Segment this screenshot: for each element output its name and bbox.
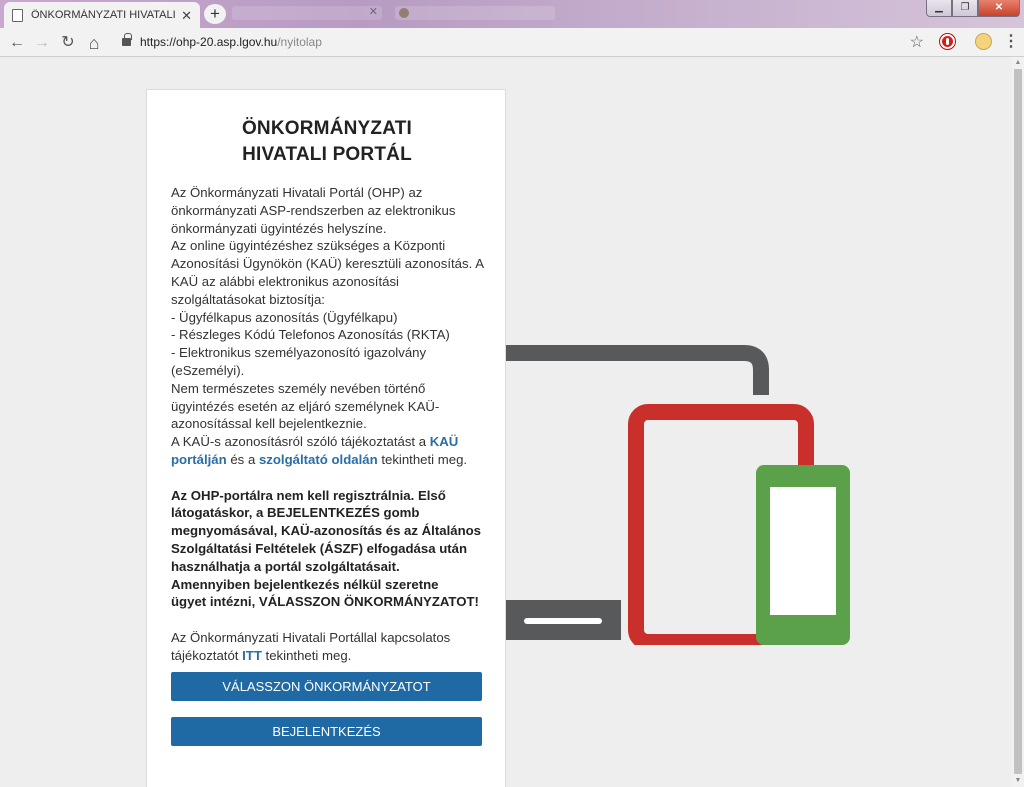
reload-icon[interactable]: ↻: [57, 32, 79, 54]
login-button[interactable]: BEJELENTKEZÉS: [171, 717, 482, 746]
bookmark-star-icon[interactable]: ☆: [910, 32, 924, 52]
portal-info-card: ÖNKORMÁNYZATI HIVATALI PORTÁL Az Önkormá…: [146, 89, 506, 787]
select-municipality-button[interactable]: VÁLASSZON ÖNKORMÁNYZATOT: [171, 672, 482, 701]
scroll-up-arrow-icon[interactable]: ▲: [1014, 59, 1022, 67]
background-tab[interactable]: ✕: [232, 6, 382, 20]
window-controls: ▁ ❐ ✕: [926, 0, 1020, 17]
contact-info-text: Az Önkormányzati Hivatali Portállal kapc…: [171, 629, 451, 663]
laptop-trackpad-shape: [524, 618, 602, 624]
intro-text: Az Önkormányzati Hivatali Portál (OHP) a…: [171, 185, 484, 467]
page-viewport: ÖNKORMÁNYZATI HIVATALI PORTÁL Az Önkormá…: [0, 57, 1012, 787]
page-favicon-icon: [12, 8, 23, 22]
background-tab-close-icon[interactable]: ✕: [369, 5, 378, 18]
opera-extension-icon[interactable]: [940, 34, 955, 49]
scroll-down-arrow-icon[interactable]: ▼: [1014, 777, 1022, 785]
page-title: ÖNKORMÁNYZATI HIVATALI PORTÁL: [241, 118, 413, 165]
tab-title: ÖNKORMÁNYZATI HIVATALI PORTÁL: [31, 9, 176, 21]
provider-page-link[interactable]: szolgáltató oldalán: [259, 452, 378, 467]
browser-menu-icon[interactable]: ⋮: [1003, 33, 1019, 51]
address-bar[interactable]: https://ohp-20.asp.lgov.hu/nyitolap ☆: [112, 31, 926, 54]
lock-icon[interactable]: [122, 33, 132, 46]
browser-toolbar: ← → ↻ ⌂ https://ohp-20.asp.lgov.hu/nyito…: [0, 28, 1024, 57]
browser-tab-active[interactable]: ÖNKORMÁNYZATI HIVATALI PORTÁL ✕: [4, 2, 200, 28]
kau-portal-link[interactable]: KAÜ: [430, 434, 459, 449]
laptop-outline-shape: [506, 345, 769, 395]
window-close-button[interactable]: ✕: [978, 0, 1020, 17]
url-text[interactable]: https://ohp-20.asp.lgov.hu/nyitolap: [140, 35, 322, 49]
registration-notice: Az OHP-portálra nem kell regisztrálnia. …: [171, 487, 482, 610]
background-tab[interactable]: [395, 6, 555, 20]
profile-avatar-icon[interactable]: [975, 33, 992, 50]
browser-titlebar: ÖNKORMÁNYZATI HIVATALI PORTÁL ✕ + ✕ ▁ ❐ …: [0, 0, 1024, 28]
portal-description: Az Önkormányzati Hivatali Portál (OHP) a…: [171, 184, 487, 665]
tab-close-icon[interactable]: ✕: [181, 9, 192, 22]
background-tab-favicon-icon: [399, 8, 409, 18]
info-here-link[interactable]: ITT: [242, 648, 262, 663]
new-tab-button[interactable]: +: [204, 4, 226, 24]
forward-arrow-icon[interactable]: →: [31, 32, 53, 54]
scrollbar-thumb[interactable]: [1014, 69, 1022, 774]
vertical-scrollbar[interactable]: ▲ ▼: [1012, 57, 1024, 787]
minimize-button[interactable]: ▁: [926, 0, 952, 17]
kau-portal-link[interactable]: portálján: [171, 452, 227, 467]
maximize-button[interactable]: ❐: [952, 0, 978, 17]
home-icon[interactable]: ⌂: [83, 32, 105, 54]
back-arrow-icon[interactable]: ←: [6, 32, 28, 54]
phone-screen-shape: [770, 487, 836, 615]
